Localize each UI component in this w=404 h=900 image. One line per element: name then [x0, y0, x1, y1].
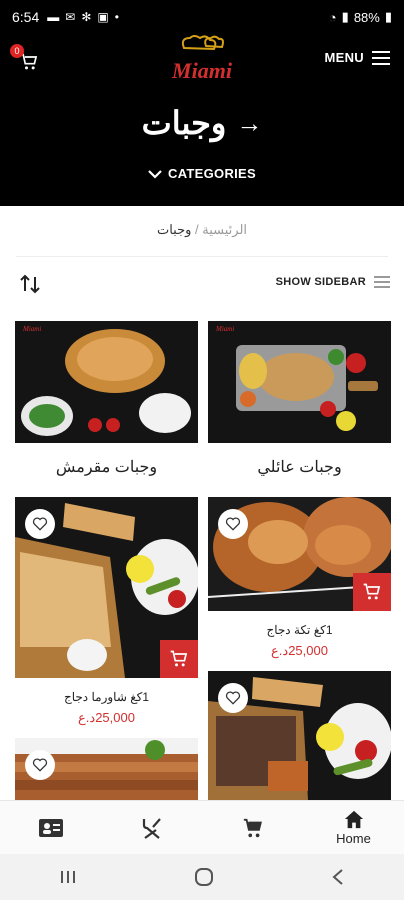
svg-text:Miami: Miami: [22, 325, 41, 333]
show-sidebar-label: SHOW SIDEBAR: [275, 276, 366, 288]
heart-icon: [32, 517, 48, 531]
cart-add-icon: [363, 583, 381, 600]
product-name[interactable]: 1كغ شاورما دجاج: [15, 690, 198, 704]
product-image: [208, 497, 391, 611]
status-time: 6:54: [12, 9, 40, 25]
product-card[interactable]: 1كغ تكة دجاج 25,000د.ع: [208, 497, 391, 659]
signal-icon: ▮: [341, 9, 349, 24]
wishlist-button[interactable]: [218, 683, 248, 713]
breadcrumb-separator: /: [195, 222, 199, 237]
category-image: Miami: [15, 321, 198, 443]
product-price: 25,000د.ع: [78, 710, 135, 725]
nav-cart[interactable]: [202, 801, 303, 854]
category-card-family[interactable]: Miami وجبات عائلي: [208, 321, 391, 477]
breadcrumb-home[interactable]: الرئيسية: [202, 222, 247, 237]
divider: [16, 256, 388, 257]
back-icon[interactable]: [331, 868, 345, 886]
product-card[interactable]: [15, 738, 198, 800]
heart-icon: [225, 517, 241, 531]
battery-text: 88%: [353, 9, 380, 25]
heart-icon: [225, 691, 241, 705]
menu-button[interactable]: MENU: [325, 50, 390, 65]
gallery-icon: ▣: [97, 10, 109, 24]
settings-icon: ✻: [81, 10, 92, 24]
nav-contact[interactable]: [0, 801, 101, 854]
category-label: وجبات مقرمش: [55, 459, 158, 476]
mail-icon: ✉: [65, 10, 76, 24]
contact-card-icon: [38, 818, 63, 837]
categories-dropdown[interactable]: CATEGORIES: [0, 166, 404, 181]
product-card[interactable]: 1كغ شاورما دجاج 25,000د.ع: [15, 497, 198, 726]
show-sidebar-button[interactable]: SHOW SIDEBAR: [276, 276, 390, 288]
breadcrumb: الرئيسية / وجبات: [0, 222, 404, 238]
wishlist-button[interactable]: [25, 509, 55, 539]
product-image: [15, 738, 198, 800]
arrow-right-icon[interactable]: →: [236, 108, 262, 139]
product-price: 25,000د.ع: [271, 643, 328, 658]
sort-button[interactable]: [18, 272, 42, 296]
category-label: وجبات عائلي: [257, 459, 342, 476]
cart-count-badge: 0: [10, 44, 24, 58]
add-to-cart-button[interactable]: [160, 640, 198, 678]
categories-label: CATEGORIES: [168, 166, 256, 181]
page-title-text: وجبات: [141, 105, 227, 141]
chevron-down-icon: [148, 169, 162, 179]
shopping-cart-icon: [243, 818, 262, 837]
heart-icon: [32, 758, 48, 772]
notification-icons: ▬ ✉ ✻ ▣ •: [47, 10, 119, 24]
home-circle-icon[interactable]: [194, 867, 214, 887]
nav-home-label: Home: [336, 831, 371, 846]
breadcrumb-current: وجبات: [156, 222, 192, 237]
nav-menu[interactable]: [101, 801, 202, 854]
message-icon: ▬: [47, 10, 60, 24]
system-nav-bar: [0, 854, 404, 900]
wishlist-button[interactable]: [25, 750, 55, 780]
sort-icon: [20, 274, 40, 294]
header: 0 Miami MENU وجبات → CATEGORIES: [0, 34, 404, 206]
product-name[interactable]: 1كغ تكة دجاج: [208, 623, 391, 637]
menu-label: MENU: [324, 50, 364, 65]
page-title: وجبات →: [0, 104, 404, 142]
hamburger-icon: [372, 50, 390, 65]
product-image: [208, 671, 391, 800]
dot-icon: •: [114, 10, 119, 24]
battery-icon: ▮: [384, 9, 392, 24]
add-to-cart-button[interactable]: [353, 573, 391, 611]
svg-text:Miami: Miami: [171, 58, 233, 83]
header-cart-button[interactable]: 0: [10, 44, 42, 72]
home-icon: [344, 810, 363, 829]
miami-logo[interactable]: Miami: [150, 34, 254, 86]
cart-add-icon: [170, 650, 188, 667]
svg-text:Miami: Miami: [215, 325, 234, 333]
category-card-crispy[interactable]: Miami وجبات مقرمش: [15, 321, 198, 477]
recent-apps-icon[interactable]: [59, 869, 77, 885]
product-image: [15, 497, 198, 678]
wifi-icon: ◔: [328, 9, 337, 25]
category-image: Miami: [208, 321, 391, 443]
bottom-nav: Home: [0, 800, 404, 854]
wishlist-button[interactable]: [218, 509, 248, 539]
sidebar-icon: [374, 276, 390, 288]
fork-knife-icon: [142, 817, 161, 839]
product-card[interactable]: [208, 671, 391, 800]
status-bar: 6:54 ▬ ✉ ✻ ▣ • ◔ ▮ 88% ▮: [0, 0, 404, 34]
nav-home[interactable]: Home: [303, 801, 404, 854]
